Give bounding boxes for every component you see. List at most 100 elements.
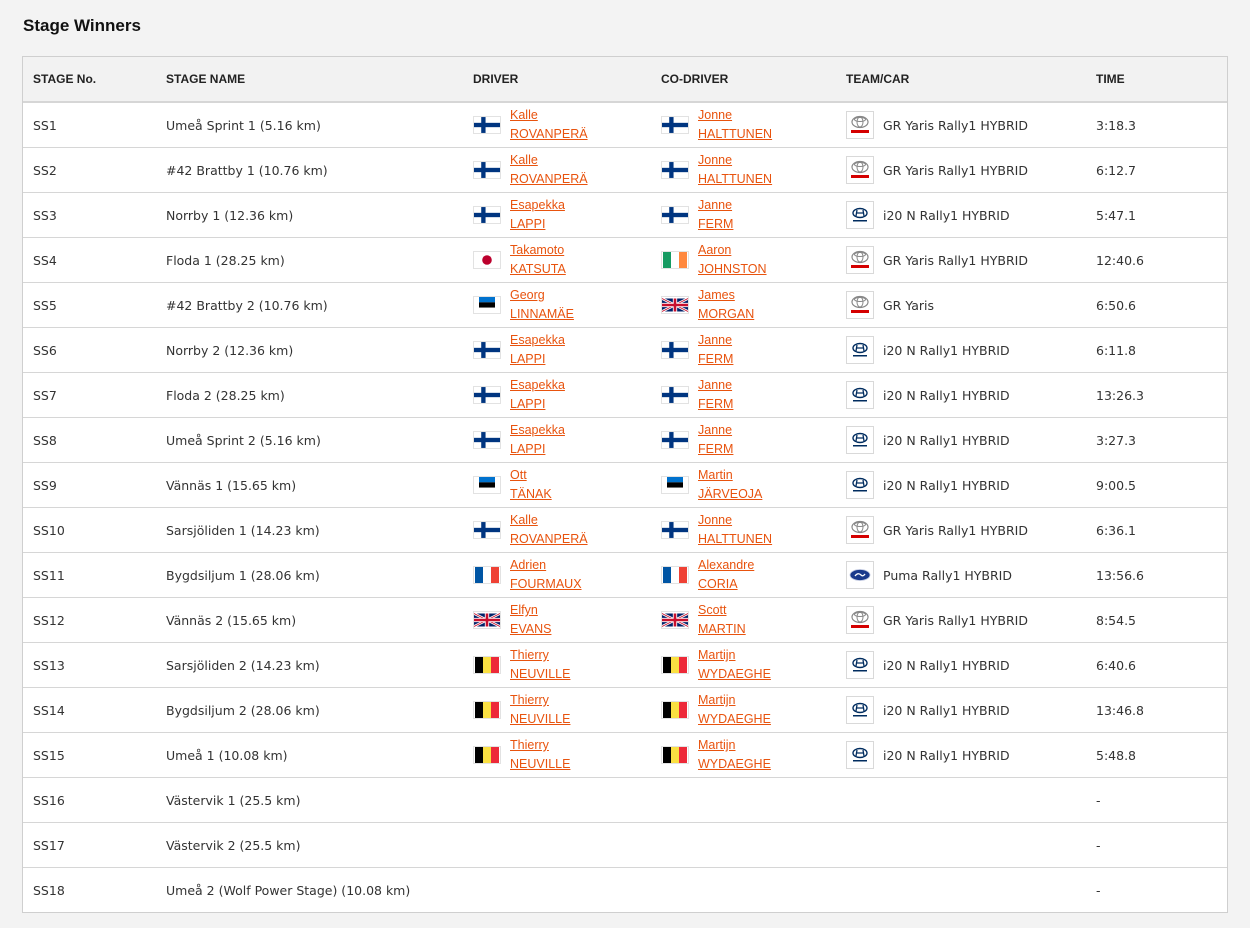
- co-driver-name: Martin JÄRVEOJA: [698, 466, 762, 504]
- stage-name-cell: Vännäs 2 (15.65 km): [166, 613, 473, 628]
- co-driver-last-name-link[interactable]: WYDAEGHE: [698, 755, 771, 774]
- team-car: GR Yaris Rally1 HYBRID: [846, 156, 1096, 184]
- driver-last-name-link[interactable]: ROVANPERÄ: [510, 530, 588, 549]
- driver-last-name-link[interactable]: NEUVILLE: [510, 755, 570, 774]
- stage-name-cell: Sarsjöliden 1 (14.23 km): [166, 523, 473, 538]
- driver-name: Ott TÄNAK: [510, 466, 552, 504]
- co-driver-first-name-link[interactable]: Jonne: [698, 511, 772, 530]
- co-driver-cell: Aaron JOHNSTON: [661, 241, 846, 279]
- team-car-cell: i20 N Rally1 HYBRID: [846, 741, 1096, 769]
- co-driver-first-name-link[interactable]: Alexandre: [698, 556, 754, 575]
- driver-last-name-link[interactable]: LAPPI: [510, 215, 565, 234]
- co-driver-first-name-link[interactable]: Martin: [698, 466, 762, 485]
- co-driver-name: Martijn WYDAEGHE: [698, 736, 771, 774]
- stage-name-cell: #42 Brattby 1 (10.76 km): [166, 163, 473, 178]
- co-driver-last-name-link[interactable]: WYDAEGHE: [698, 665, 771, 684]
- driver-last-name-link[interactable]: LINNAMÄE: [510, 305, 574, 324]
- co-driver-first-name-link[interactable]: Martijn: [698, 736, 771, 755]
- co-driver-first-name-link[interactable]: Janne: [698, 196, 733, 215]
- driver-cell: Kalle ROVANPERÄ: [473, 106, 661, 144]
- stage-name-cell: #42 Brattby 2 (10.76 km): [166, 298, 473, 313]
- co-driver-first-name-link[interactable]: Janne: [698, 376, 733, 395]
- driver: Kalle ROVANPERÄ: [473, 106, 661, 144]
- co-driver-last-name-link[interactable]: MARTIN: [698, 620, 746, 639]
- driver-name: Kalle ROVANPERÄ: [510, 511, 588, 549]
- team-car: i20 N Rally1 HYBRID: [846, 741, 1096, 769]
- co-driver-last-name-link[interactable]: HALTTUNEN: [698, 125, 772, 144]
- driver-last-name-link[interactable]: FOURMAUX: [510, 575, 582, 594]
- driver-last-name-link[interactable]: KATSUTA: [510, 260, 566, 279]
- stage-time: 3:27.3: [1096, 432, 1136, 448]
- driver-cell: Takamoto KATSUTA: [473, 241, 661, 279]
- team-car: GR Yaris Rally1 HYBRID: [846, 606, 1096, 634]
- co-driver-last-name-link[interactable]: JÄRVEOJA: [698, 485, 762, 504]
- co-driver-cell: Scott MARTIN: [661, 601, 846, 639]
- car-name: Puma Rally1 HYBRID: [883, 567, 1012, 583]
- driver-last-name-link[interactable]: LAPPI: [510, 395, 565, 414]
- driver-first-name-link[interactable]: Esapekka: [510, 376, 565, 395]
- co-driver-first-name-link[interactable]: James: [698, 286, 754, 305]
- stage-number: SS5: [33, 297, 57, 313]
- co-driver-last-name-link[interactable]: MORGAN: [698, 305, 754, 324]
- co-driver-first-name-link[interactable]: Janne: [698, 331, 733, 350]
- time-cell: 13:26.3: [1096, 388, 1227, 403]
- driver-first-name-link[interactable]: Esapekka: [510, 331, 565, 350]
- co-driver-last-name-link[interactable]: FERM: [698, 440, 733, 459]
- stage-time: -: [1096, 792, 1101, 808]
- team-car-cell: GR Yaris Rally1 HYBRID: [846, 156, 1096, 184]
- co-driver-last-name-link[interactable]: JOHNSTON: [698, 260, 767, 279]
- driver-last-name-link[interactable]: LAPPI: [510, 350, 565, 369]
- co-driver-last-name-link[interactable]: HALTTUNEN: [698, 530, 772, 549]
- co-driver-first-name-link[interactable]: Scott: [698, 601, 746, 620]
- driver-last-name-link[interactable]: NEUVILLE: [510, 710, 570, 729]
- driver-last-name-link[interactable]: EVANS: [510, 620, 551, 639]
- driver-first-name-link[interactable]: Elfyn: [510, 601, 551, 620]
- driver-first-name-link[interactable]: Kalle: [510, 511, 588, 530]
- stage-number: SS4: [33, 252, 57, 268]
- driver-name: Adrien FOURMAUX: [510, 556, 582, 594]
- driver-first-name-link[interactable]: Thierry: [510, 646, 570, 665]
- driver-name: Esapekka LAPPI: [510, 421, 565, 459]
- driver-cell: Georg LINNAMÄE: [473, 286, 661, 324]
- driver-first-name-link[interactable]: Esapekka: [510, 421, 565, 440]
- co-driver-first-name-link[interactable]: Martijn: [698, 646, 771, 665]
- stage-name: Norrby 2 (12.36 km): [166, 342, 294, 358]
- co-driver-last-name-link[interactable]: FERM: [698, 215, 733, 234]
- driver-first-name-link[interactable]: Ott: [510, 466, 552, 485]
- co-driver-last-name-link[interactable]: FERM: [698, 350, 733, 369]
- france-flag-icon: [661, 566, 689, 584]
- co-driver-last-name-link[interactable]: FERM: [698, 395, 733, 414]
- driver-first-name-link[interactable]: Thierry: [510, 691, 570, 710]
- driver-first-name-link[interactable]: Takamoto: [510, 241, 566, 260]
- co-driver-last-name-link[interactable]: HALTTUNEN: [698, 170, 772, 189]
- driver-first-name-link[interactable]: Kalle: [510, 106, 588, 125]
- co-driver-first-name-link[interactable]: Martijn: [698, 691, 771, 710]
- stage-number: SS9: [33, 477, 57, 493]
- driver-last-name-link[interactable]: TÄNAK: [510, 485, 552, 504]
- hyundai-logo-icon: [846, 381, 874, 409]
- driver-last-name-link[interactable]: ROVANPERÄ: [510, 170, 588, 189]
- co-driver-last-name-link[interactable]: WYDAEGHE: [698, 710, 771, 729]
- driver-first-name-link[interactable]: Thierry: [510, 736, 570, 755]
- co-driver-first-name-link[interactable]: Jonne: [698, 151, 772, 170]
- finland-flag-icon: [473, 521, 501, 539]
- driver-first-name-link[interactable]: Adrien: [510, 556, 582, 575]
- driver-name: Esapekka LAPPI: [510, 331, 565, 369]
- co-driver-name: Alexandre CORIA: [698, 556, 754, 594]
- driver-first-name-link[interactable]: Georg: [510, 286, 574, 305]
- header-stage-no: STAGE No.: [33, 72, 97, 86]
- co-driver-cell: Jonne HALTTUNEN: [661, 106, 846, 144]
- time-cell: 13:46.8: [1096, 703, 1227, 718]
- co-driver: Aaron JOHNSTON: [661, 241, 846, 279]
- driver-last-name-link[interactable]: LAPPI: [510, 440, 565, 459]
- co-driver-first-name-link[interactable]: Janne: [698, 421, 733, 440]
- co-driver-first-name-link[interactable]: Jonne: [698, 106, 772, 125]
- driver-first-name-link[interactable]: Esapekka: [510, 196, 565, 215]
- stage-number: SS6: [33, 342, 57, 358]
- driver-last-name-link[interactable]: ROVANPERÄ: [510, 125, 588, 144]
- co-driver-first-name-link[interactable]: Aaron: [698, 241, 767, 260]
- driver-first-name-link[interactable]: Kalle: [510, 151, 588, 170]
- co-driver-last-name-link[interactable]: CORIA: [698, 575, 754, 594]
- driver-last-name-link[interactable]: NEUVILLE: [510, 665, 570, 684]
- stage-name: Umeå 2 (Wolf Power Stage) (10.08 km): [166, 882, 411, 898]
